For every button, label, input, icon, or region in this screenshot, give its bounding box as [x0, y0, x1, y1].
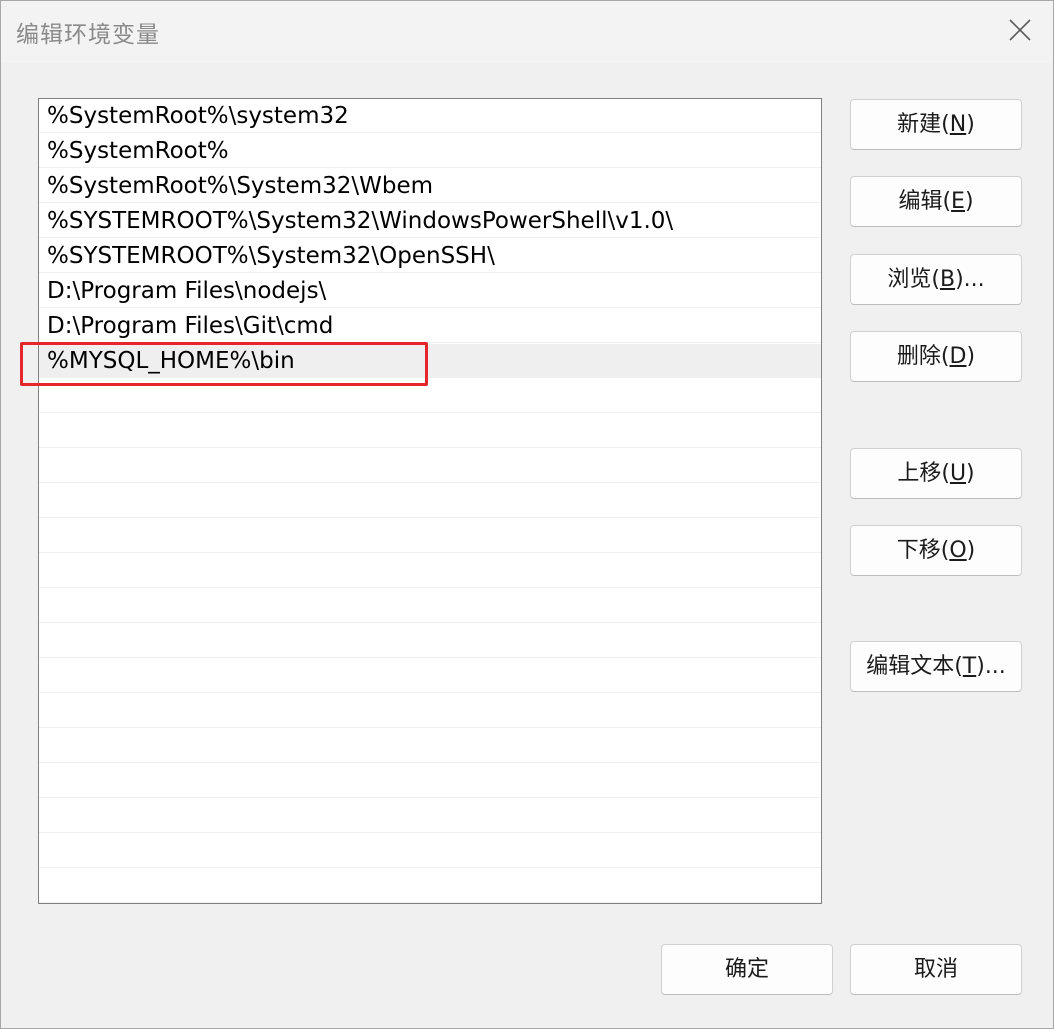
- list-item[interactable]: %SystemRoot%: [39, 134, 821, 168]
- list-item[interactable]: %SystemRoot%\system32: [39, 99, 821, 133]
- browse-button[interactable]: 浏览(B)...: [850, 254, 1022, 305]
- list-item[interactable]: D:\Program Files\Git\cmd: [39, 309, 821, 343]
- move-down-button[interactable]: 下移(O): [850, 525, 1022, 576]
- empty-row: [39, 554, 821, 588]
- ok-button[interactable]: 确定: [661, 944, 833, 995]
- edit-text-button[interactable]: 编辑文本(T)...: [850, 641, 1022, 692]
- empty-row: [39, 449, 821, 483]
- list-item[interactable]: %SystemRoot%\System32\Wbem: [39, 169, 821, 203]
- empty-row: [39, 834, 821, 868]
- empty-row: [39, 869, 821, 903]
- empty-row: [39, 764, 821, 798]
- close-icon: [1009, 19, 1031, 41]
- selection-highlight-box: [20, 342, 428, 386]
- move-up-button[interactable]: 上移(U): [850, 448, 1022, 499]
- list-item[interactable]: %SYSTEMROOT%\System32\OpenSSH\: [39, 239, 821, 273]
- empty-row: [39, 799, 821, 833]
- dialog-title: 编辑环境变量: [16, 22, 160, 48]
- list-item[interactable]: D:\Program Files\nodejs\: [39, 274, 821, 308]
- empty-row: [39, 624, 821, 658]
- empty-row: [39, 659, 821, 693]
- title-bar: 编辑环境变量: [1, 1, 1053, 63]
- new-button[interactable]: 新建(N): [850, 99, 1022, 150]
- empty-row: [39, 519, 821, 553]
- path-list[interactable]: %SystemRoot%\system32 %SystemRoot% %Syst…: [38, 98, 822, 904]
- list-item[interactable]: %SYSTEMROOT%\System32\WindowsPowerShell\…: [39, 204, 821, 238]
- empty-row: [39, 694, 821, 728]
- edit-button[interactable]: 编辑(E): [850, 176, 1022, 227]
- empty-row: [39, 729, 821, 763]
- delete-button[interactable]: 删除(D): [850, 331, 1022, 382]
- empty-row: [39, 589, 821, 623]
- edit-environment-variable-dialog: 编辑环境变量 %SystemRoot%\system32 %SystemRoot…: [0, 0, 1054, 1029]
- empty-row: [39, 484, 821, 518]
- empty-row: [39, 414, 821, 448]
- cancel-button[interactable]: 取消: [850, 944, 1022, 995]
- close-button[interactable]: [985, 1, 1053, 61]
